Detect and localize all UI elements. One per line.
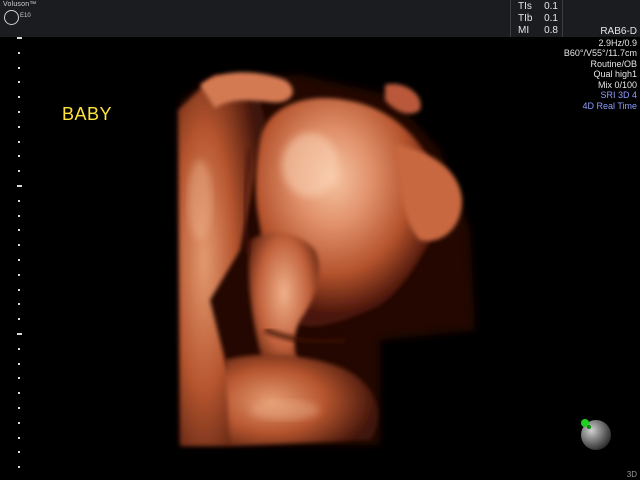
annotation-text: BABY xyxy=(62,104,113,124)
ruler-tick xyxy=(18,66,20,69)
ruler-tick xyxy=(18,81,20,84)
probe-label: RAB6-D xyxy=(600,26,637,37)
ruler-tick xyxy=(18,229,20,232)
ruler-tick xyxy=(18,288,20,291)
quality-label: Qual high1 xyxy=(593,69,637,79)
ruler-tick xyxy=(18,407,20,409)
ruler-tick xyxy=(18,318,20,321)
ruler-tick xyxy=(17,333,22,335)
mode-label: 4D Real Time xyxy=(582,100,637,111)
ruler-tick xyxy=(18,392,20,395)
ruler-tick xyxy=(18,140,20,143)
ruler-tick xyxy=(18,362,20,365)
preset-label: Routine/OB xyxy=(590,58,637,69)
mix-label: Mix 0/100 xyxy=(597,79,637,90)
ruler-tick xyxy=(18,214,20,217)
mode-3d-tag: 3D xyxy=(626,470,637,479)
ruler-tick xyxy=(18,111,20,113)
ruler-tick xyxy=(18,244,20,247)
ruler-tick xyxy=(18,125,20,128)
frequency-label: 2.9Hz/0.9 xyxy=(598,37,637,48)
ruler-tick xyxy=(18,170,20,173)
angle-depth-label: B60°/V55°/11.7cm xyxy=(563,48,637,58)
ruler-tick xyxy=(18,155,20,158)
ruler-tick xyxy=(18,451,20,454)
highlight xyxy=(250,400,320,420)
ruler-tick xyxy=(18,273,20,276)
ruler-tick xyxy=(18,51,20,54)
ruler-tick xyxy=(18,436,20,439)
sri-label: SRI 3D 4 xyxy=(600,90,637,100)
ruler-tick xyxy=(17,37,22,39)
ruler-tick xyxy=(18,421,20,424)
depth-ruler xyxy=(0,37,30,480)
ruler-tick xyxy=(18,347,20,350)
orientation-sphere-icon[interactable] xyxy=(575,413,613,451)
ruler-tick xyxy=(18,259,20,261)
ruler-tick xyxy=(17,185,22,187)
ruler-tick xyxy=(18,466,20,469)
ruler-tick xyxy=(18,199,20,202)
highlight xyxy=(188,160,212,240)
ruler-tick xyxy=(18,96,20,99)
imaging-parameters: RAB6-D 2.9Hz/0.9 B60°/V55°/11.7cm Routin… xyxy=(563,26,637,111)
highlight xyxy=(282,133,338,197)
fetal-4d-render xyxy=(178,72,475,446)
ruler-tick xyxy=(18,303,20,306)
ruler-tick xyxy=(18,377,20,380)
